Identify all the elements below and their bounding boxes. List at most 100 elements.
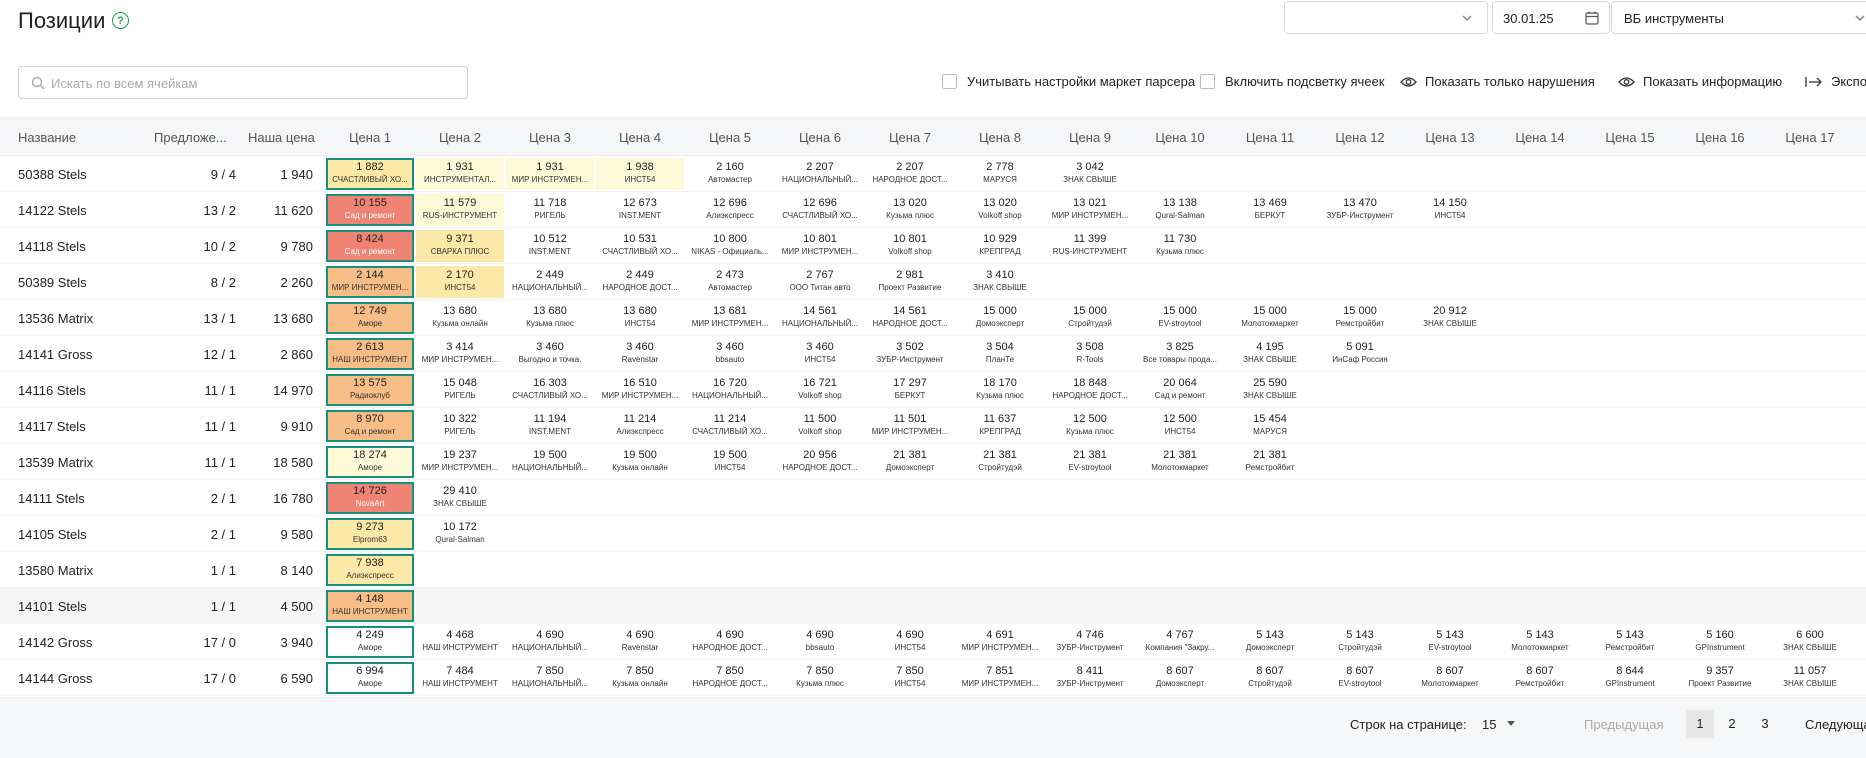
price-cell[interactable]: 15 000 EV-stroytool [1136,302,1224,334]
price-cell[interactable]: 1 882 СЧАСТЛИВЫЙ ХО... [326,158,414,190]
price-cell[interactable]: 12 500 Кузьма плюс [1046,410,1134,442]
col-price-2-header[interactable]: Цена 2 [416,130,504,145]
price-cell[interactable]: 19 500 Кузьма онлайн [596,446,684,478]
price-cell[interactable]: 4 690 НАРОДНОЕ ДОСТ... [686,626,774,658]
price-cell[interactable]: 5 091 ИнСаф Россия [1316,338,1404,370]
table-row[interactable]: 14116 Stels 11 / 1 14 970 13 575 Радиоклуб 15… [0,372,1866,408]
col-our-price-header[interactable]: Наша цена [248,130,315,145]
price-cell[interactable]: 17 297 БЕРКУТ [866,374,954,406]
price-cell[interactable]: 10 172 Qural-Salman [416,518,504,550]
only-violations-toggle[interactable]: Показать только нарушения [1400,74,1595,89]
price-cell[interactable]: 2 207 НАРОДНОЕ ДОСТ... [866,158,954,190]
col-price-6-header[interactable]: Цена 6 [776,130,864,145]
col-price-7-header[interactable]: Цена 7 [866,130,954,145]
price-cell[interactable]: 2 767 ООО Титан авто [776,266,864,298]
table-row[interactable]: 14122 Stels 13 / 2 11 620 10 155 Сад и ремон… [0,192,1866,228]
col-name-header[interactable]: Название [18,130,76,145]
price-cell[interactable]: 3 502 ЗУБР-Инструмент [866,338,954,370]
price-cell[interactable]: 20 912 ЗНАК СВЫШЕ [1406,302,1494,334]
price-cell[interactable]: 11 501 МИР ИНСТРУМЕН... [866,410,954,442]
price-cell[interactable]: 2 981 Проект Развитие [866,266,954,298]
price-cell[interactable]: 14 726 NovaArt [326,482,414,514]
table-row[interactable]: 14144 Gross 17 / 0 6 590 6 994 Аморе 7 484 НАШ… [0,660,1866,696]
page-1-button[interactable]: 1 [1686,710,1714,738]
price-cell[interactable]: 5 160 GPInstrument [1676,626,1764,658]
col-price-1-header[interactable]: Цена 1 [326,130,414,145]
price-cell[interactable]: 16 303 СЧАСТЛИВЫЙ ХО... [506,374,594,406]
price-cell[interactable]: 21 381 Стройтудэй [956,446,1044,478]
price-cell[interactable]: 19 237 МИР ИНСТРУМЕН... [416,446,504,478]
price-cell[interactable]: 9 371 СВАРКА ПЛЮС [416,230,504,262]
price-cell[interactable]: 14 561 НАРОДНОЕ ДОСТ... [866,302,954,334]
price-cell[interactable]: 15 000 Ремстройбит [1316,302,1404,334]
price-cell[interactable]: 2 613 НАШ ИНСТРУМЕНТ [326,338,414,370]
price-cell[interactable]: 18 274 Аморе [326,446,414,478]
price-cell[interactable]: 11 718 РИГЕЛЬ [506,194,594,226]
price-cell[interactable]: 2 449 НАЦИОНАЛЬНЫЙ... [506,266,594,298]
export-button[interactable]: Экспо [1805,74,1866,89]
price-cell[interactable]: 19 500 ИНСТ54 [686,446,774,478]
help-icon[interactable]: ? [112,12,129,29]
next-page-button[interactable]: Следующа [1805,717,1866,732]
price-cell[interactable]: 4 691 МИР ИНСТРУМЕН... [956,626,1044,658]
price-cell[interactable]: 20 956 НАРОДНОЕ ДОСТ... [776,446,864,478]
price-cell[interactable]: 3 414 МИР ИНСТРУМЕН... [416,338,504,370]
price-cell[interactable]: 11 194 INST.MENT [506,410,594,442]
price-cell[interactable]: 8 424 Сад и ремонт [326,230,414,262]
price-cell[interactable]: 13 680 Кузьма онлайн [416,302,504,334]
price-cell[interactable]: 3 410 ЗНАК СВЫШЕ [956,266,1044,298]
col-offers-header[interactable]: Предложе... [154,130,227,145]
price-cell[interactable]: 6 994 Аморе [326,662,414,694]
price-cell[interactable]: 5 143 Стройтудэй [1316,626,1404,658]
price-cell[interactable]: 10 531 СЧАСТЛИВЫЙ ХО... [596,230,684,262]
table-row[interactable]: 14105 Stels 2 / 1 9 580 9 273 Elprom63 10 172… [0,516,1866,552]
price-cell[interactable]: 2 207 НАЦИОНАЛЬНЫЙ... [776,158,864,190]
price-cell[interactable]: 4 746 ЗУБР-Инструмент [1046,626,1134,658]
col-price-12-header[interactable]: Цена 12 [1316,130,1404,145]
price-cell[interactable]: 16 510 МИР ИНСТРУМЕН... [596,374,684,406]
price-cell[interactable]: 10 512 INST.MENT [506,230,594,262]
price-cell[interactable]: 19 500 НАЦИОНАЛЬНЫЙ... [506,446,594,478]
table-row[interactable]: 14101 Stels 1 / 1 4 500 4 148 НАШ ИНСТРУМЕНТ [0,588,1866,624]
price-cell[interactable]: 7 851 МИР ИНСТРУМЕН... [956,662,1044,694]
price-cell[interactable]: 3 460 bbsauto [686,338,774,370]
highlight-cells-option[interactable]: Включить подсветку ячеек [1200,74,1384,89]
col-price-15-header[interactable]: Цена 15 [1586,130,1674,145]
price-cell[interactable]: 7 850 Кузьма плюс [776,662,864,694]
price-cell[interactable]: 11 730 Кузьма плюс [1136,230,1224,262]
table-row[interactable]: 14111 Stels 2 / 1 16 780 14 726 NovaArt 29 41… [0,480,1866,516]
highlight-cells-checkbox[interactable] [1200,74,1215,89]
price-cell[interactable]: 2 778 МАРУСЯ [956,158,1044,190]
page-3-button[interactable]: 3 [1751,710,1779,738]
col-price-5-header[interactable]: Цена 5 [686,130,774,145]
price-cell[interactable]: 7 938 Алиэкспресс [326,554,414,586]
price-cell[interactable]: 8 644 GPInstrument [1586,662,1674,694]
date-picker[interactable]: 30.01.25 [1492,1,1610,34]
col-price-16-header[interactable]: Цена 16 [1676,130,1764,145]
table-row[interactable]: 13539 Matrix 11 / 1 18 580 18 274 Аморе 19 23… [0,444,1866,480]
price-cell[interactable]: 21 381 EV-stroytool [1046,446,1134,478]
price-cell[interactable]: 15 000 Молотокмаркет [1226,302,1314,334]
price-cell[interactable]: 8 411 ЗУБР-Инструмент [1046,662,1134,694]
price-cell[interactable]: 2 160 Автомастер [686,158,774,190]
price-cell[interactable]: 4 767 Компания "Закру... [1136,626,1224,658]
price-cell[interactable]: 6 600 ЗНАК СВЫШЕ [1766,626,1854,658]
price-cell[interactable]: 4 468 НАШ ИНСТРУМЕНТ [416,626,504,658]
price-cell[interactable]: 7 850 НАЦИОНАЛЬНЫЙ... [506,662,594,694]
price-cell[interactable]: 29 410 ЗНАК СВЫШЕ [416,482,504,514]
price-cell[interactable]: 3 504 ПланТе [956,338,1044,370]
price-cell[interactable]: 21 381 Молотокмаркет [1136,446,1224,478]
price-cell[interactable]: 15 454 МАРУСЯ [1226,410,1314,442]
price-cell[interactable]: 8 970 Сад и ремонт [326,410,414,442]
price-cell[interactable]: 25 590 ЗНАК СВЫШЕ [1226,374,1314,406]
price-cell[interactable]: 7 850 НАРОДНОЕ ДОСТ... [686,662,774,694]
price-cell[interactable]: 13 021 МИР ИНСТРУМЕН... [1046,194,1134,226]
price-cell[interactable]: 13 138 Qural-Salman [1136,194,1224,226]
price-cell[interactable]: 16 720 НАЦИОНАЛЬНЫЙ... [686,374,774,406]
price-cell[interactable]: 5 143 EV-stroytool [1406,626,1494,658]
price-cell[interactable]: 13 469 БЕРКУТ [1226,194,1314,226]
table-row[interactable]: 14142 Gross 17 / 0 3 940 4 249 Аморе 4 468 НАШ… [0,624,1866,660]
price-cell[interactable]: 13 681 МИР ИНСТРУМЕН... [686,302,774,334]
table-row[interactable]: 13536 Matrix 13 / 1 13 680 12 749 Аморе 13 68… [0,300,1866,336]
price-cell[interactable]: 5 143 Домоэксперт [1226,626,1314,658]
